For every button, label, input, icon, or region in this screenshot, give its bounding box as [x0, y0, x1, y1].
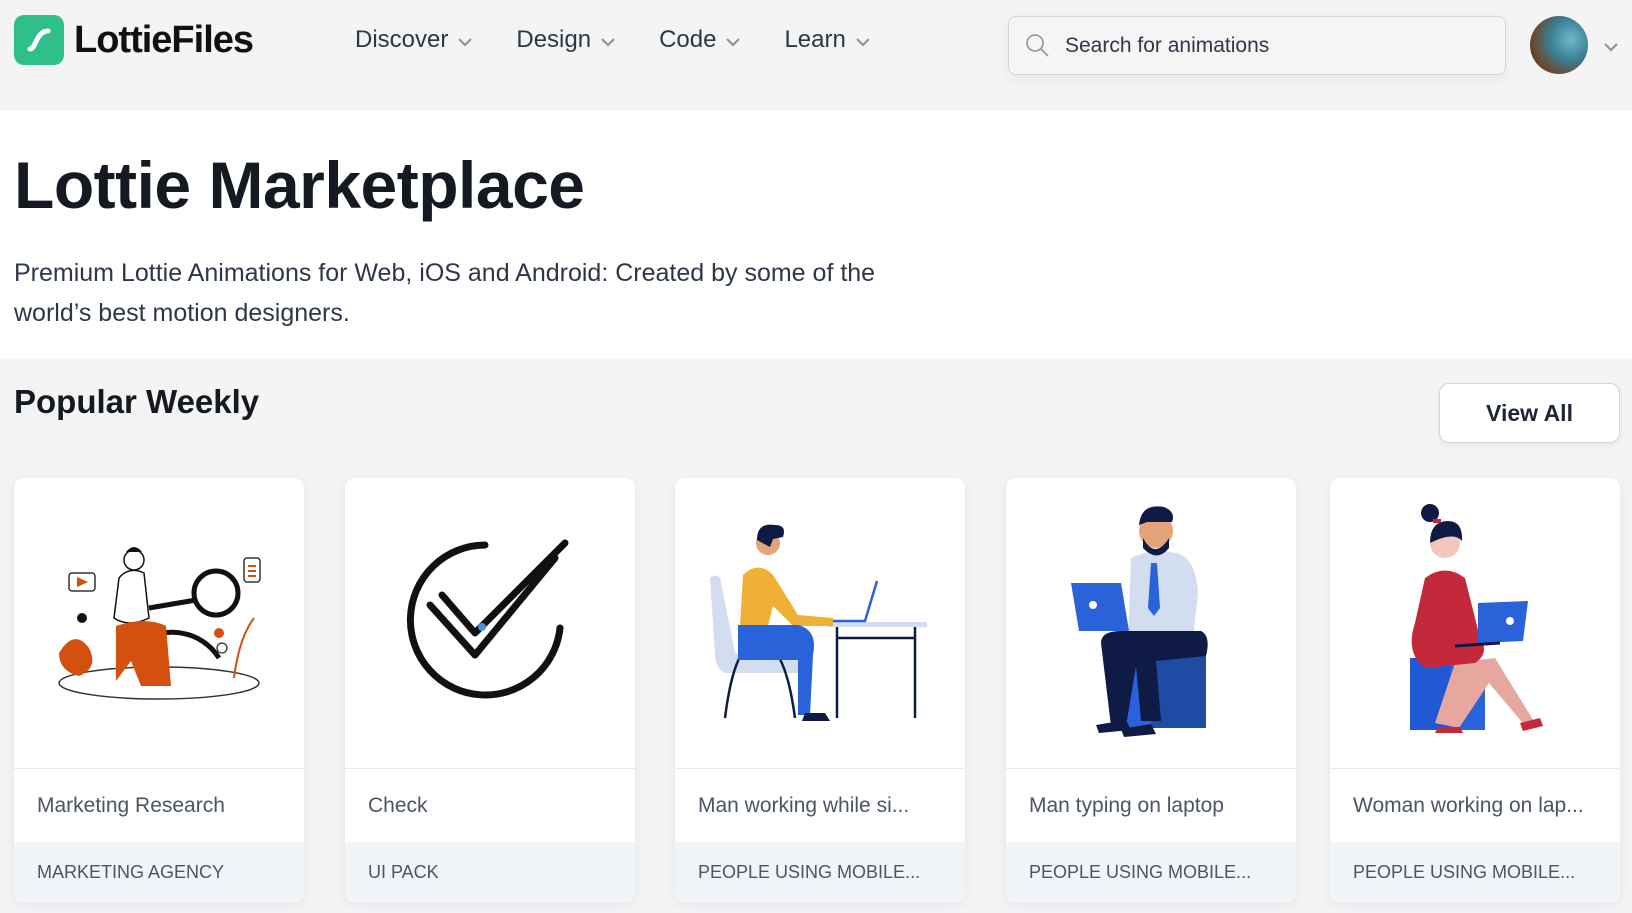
page-title: Lottie Marketplace	[14, 148, 585, 222]
marketing-research-illustration	[14, 478, 304, 769]
card-pack[interactable]: PEOPLE USING MOBILE...	[1330, 842, 1620, 903]
avatar[interactable]	[1530, 16, 1588, 74]
nav-discover[interactable]: Discover	[355, 26, 473, 54]
chevron-down-icon[interactable]	[1604, 42, 1618, 52]
animation-card[interactable]: Woman working on lap... PEOPLE USING MOB…	[1330, 478, 1620, 903]
chevron-down-icon	[458, 38, 473, 47]
nav-learn[interactable]: Learn	[784, 26, 870, 54]
main-nav: Discover Design Code Learn	[355, 26, 914, 54]
chevron-down-icon	[856, 38, 870, 47]
section-title: Popular Weekly	[14, 383, 260, 420]
logo[interactable]: LottieFiles	[14, 15, 254, 65]
animation-card[interactable]: Man working while si... PEOPLE USING MOB…	[675, 478, 965, 903]
search-bar[interactable]	[1008, 16, 1506, 75]
card-title: Woman working on lap...	[1353, 793, 1584, 817]
card-title: Check	[368, 793, 428, 817]
animation-card[interactable]: Check UI PACK	[345, 478, 635, 903]
lottiefiles-logo-icon	[14, 15, 64, 65]
nav-design[interactable]: Design	[516, 26, 615, 54]
check-illustration	[345, 478, 635, 769]
card-title: Man typing on laptop	[1029, 793, 1224, 817]
chevron-down-icon	[601, 38, 615, 47]
card-pack[interactable]: PEOPLE USING MOBILE...	[1006, 842, 1296, 903]
card-pack[interactable]: UI PACK	[345, 842, 635, 903]
card-pack[interactable]: MARKETING AGENCY	[14, 842, 304, 903]
nav-label: Design	[516, 26, 592, 53]
search-icon	[1026, 33, 1049, 57]
hero-section: Lottie Marketplace Premium Lottie Animat…	[0, 111, 1632, 359]
animation-card[interactable]: Man typing on laptop PEOPLE USING MOBILE…	[1006, 478, 1296, 903]
nav-label: Learn	[784, 26, 846, 53]
view-all-button[interactable]: View All	[1439, 383, 1620, 443]
top-header: LottieFiles Discover Design Code Learn	[0, 0, 1632, 111]
search-input[interactable]	[1065, 33, 1465, 58]
card-title: Marketing Research	[37, 793, 225, 817]
card-pack[interactable]: PEOPLE USING MOBILE...	[675, 842, 965, 903]
nav-label: Code	[659, 26, 717, 53]
woman-laptop-illustration	[1330, 478, 1620, 769]
nav-label: Discover	[355, 26, 449, 53]
page-description: Premium Lottie Animations for Web, iOS a…	[14, 259, 876, 327]
nav-code[interactable]: Code	[659, 26, 741, 54]
card-title: Man working while si...	[698, 793, 910, 817]
man-laptop-illustration	[1006, 478, 1296, 769]
animation-card[interactable]: Marketing Research MARKETING AGENCY	[14, 478, 304, 903]
chevron-down-icon	[726, 38, 741, 47]
logo-text: LottieFiles	[74, 18, 254, 61]
man-at-desk-illustration	[675, 478, 965, 769]
